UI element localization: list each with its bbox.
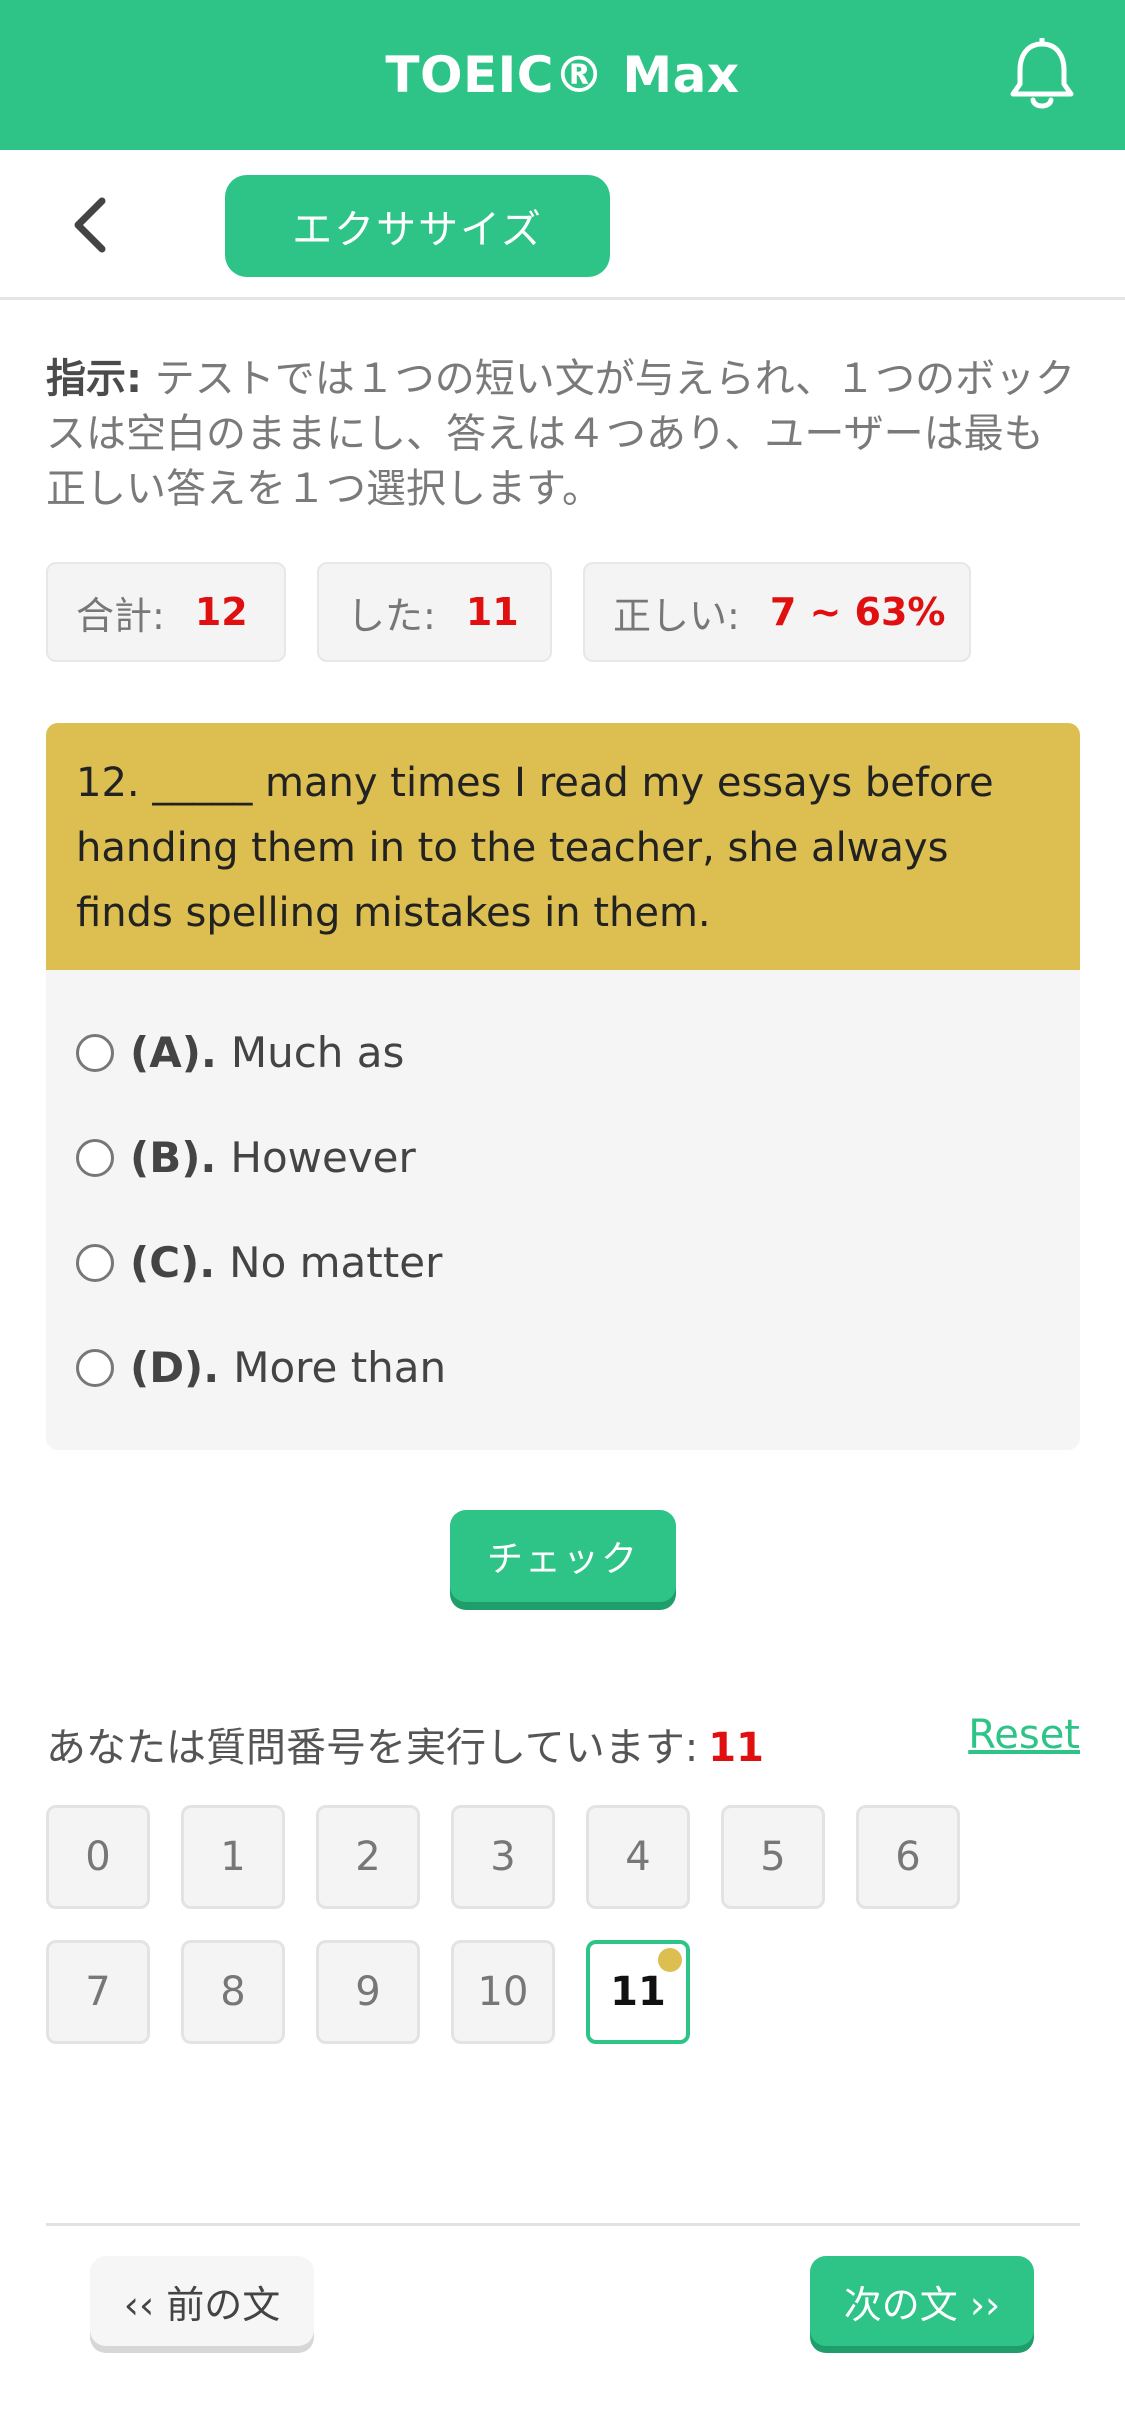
option-letter: (C). xyxy=(130,1238,216,1287)
option-letter: (D). xyxy=(130,1343,220,1392)
stat-total: 合計: 12 xyxy=(46,562,286,662)
stat-correct-value: 7 ~ 63% xyxy=(769,590,946,634)
bottom-divider xyxy=(46,2223,1080,2226)
question-number-4[interactable]: 4 xyxy=(586,1805,690,1909)
question-number-0[interactable]: 0 xyxy=(46,1805,150,1909)
stat-correct-label: 正しい: xyxy=(613,593,740,638)
question-number-2[interactable]: 2 xyxy=(316,1805,420,1909)
option-c[interactable]: (C). No matter xyxy=(46,1210,1080,1315)
instructions-text: テストでは１つの短い文が与えられ、１つのボックスは空白のままにし、答えは４つあり… xyxy=(46,356,1076,512)
running-number: 11 xyxy=(708,1725,764,1771)
question-number-3[interactable]: 3 xyxy=(451,1805,555,1909)
chevron-left-icon[interactable] xyxy=(60,190,120,260)
radio-button[interactable] xyxy=(76,1138,114,1177)
option-d[interactable]: (D). More than xyxy=(46,1315,1080,1420)
current-indicator-dot xyxy=(658,1948,682,1972)
option-letter: (A). xyxy=(130,1028,217,1077)
stat-done-label: した: xyxy=(347,593,436,638)
stat-done-value: 11 xyxy=(465,590,519,634)
next-sentence-button[interactable]: 次の文 ›› xyxy=(810,2256,1034,2346)
app: TOEIC® Max エクササイズ 指示: テストでは１つの短い文が与えられ、１… xyxy=(0,0,1125,2436)
option-text: No matter xyxy=(229,1238,443,1287)
option-text: However xyxy=(230,1133,416,1182)
question-number-label: 11 xyxy=(610,1969,666,2015)
stat-done: した: 11 xyxy=(317,562,552,662)
radio-button[interactable] xyxy=(76,1243,114,1282)
instructions-label: 指示: xyxy=(46,356,142,402)
radio-button[interactable] xyxy=(76,1348,114,1387)
question-number-7[interactable]: 7 xyxy=(46,1940,150,2044)
option-letter: (B). xyxy=(130,1133,217,1182)
question-number-10[interactable]: 10 xyxy=(451,1940,555,2044)
running-label: あなたは質問番号を実行しています: xyxy=(46,1725,699,1771)
reset-link[interactable]: Reset xyxy=(968,1712,1080,1758)
stat-total-label: 合計: xyxy=(76,593,165,638)
option-text: Much as xyxy=(230,1028,405,1077)
question-number-11-current[interactable]: 11 xyxy=(586,1940,690,2044)
previous-sentence-button[interactable]: ‹‹ 前の文 xyxy=(90,2256,314,2346)
question-number-8[interactable]: 8 xyxy=(181,1940,285,2044)
stat-correct: 正しい: 7 ~ 63% xyxy=(583,562,971,662)
question-number-9[interactable]: 9 xyxy=(316,1940,420,2044)
sub-navbar: エクササイズ xyxy=(0,150,1125,300)
question-number-5[interactable]: 5 xyxy=(721,1805,825,1909)
question-card: 12. _____ many times I read my essays be… xyxy=(46,723,1080,1450)
app-header: TOEIC® Max xyxy=(0,0,1125,150)
app-title: TOEIC® Max xyxy=(385,46,740,104)
option-b[interactable]: (B). However xyxy=(46,1105,1080,1210)
tab-exercise[interactable]: エクササイズ xyxy=(225,175,610,277)
check-button[interactable]: チェック xyxy=(450,1510,676,1602)
running-question-line: あなたは質問番号を実行しています: 11 xyxy=(46,1715,764,1773)
option-a[interactable]: (A). Much as xyxy=(46,1000,1080,1105)
option-text: More than xyxy=(233,1343,447,1392)
instructions: 指示: テストでは１つの短い文が与えられ、１つのボックスは空白のままにし、答えは… xyxy=(46,352,1076,517)
radio-button[interactable] xyxy=(76,1033,114,1072)
answer-options: (A). Much as (B). However (C). No matter… xyxy=(46,970,1080,1420)
question-text: 12. _____ many times I read my essays be… xyxy=(46,723,1080,970)
question-number-6[interactable]: 6 xyxy=(856,1805,960,1909)
question-number-1[interactable]: 1 xyxy=(181,1805,285,1909)
bell-icon[interactable] xyxy=(1007,36,1077,114)
stat-total-value: 12 xyxy=(194,590,248,634)
